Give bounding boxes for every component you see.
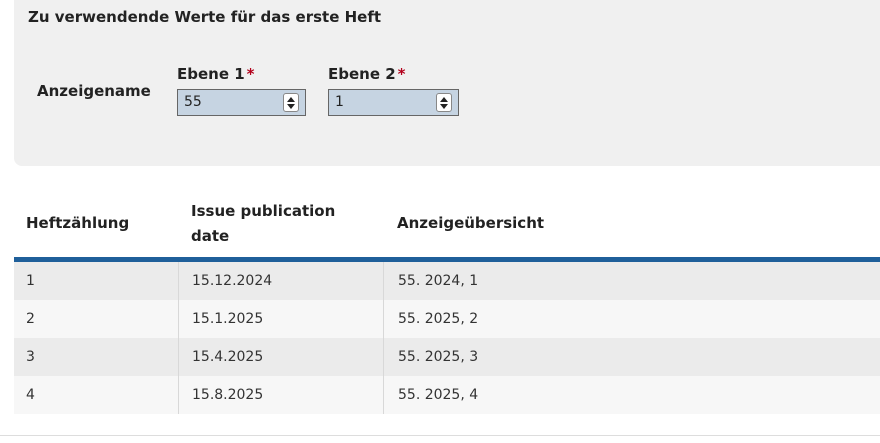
header-publication-date: Issue publication date bbox=[191, 202, 336, 245]
first-issue-values-panel: Zu verwendende Werte für das erste Heft … bbox=[14, 0, 880, 166]
required-marker: * bbox=[397, 65, 406, 83]
level-1-number-input[interactable]: 55 bbox=[177, 89, 306, 116]
issues-table: Heftzählung Issue publication date Anzei… bbox=[14, 190, 880, 414]
level-1-label-text: Ebene 1 bbox=[177, 65, 245, 83]
table-row: 3 15.4.2025 55. 2025, 3 bbox=[14, 338, 880, 376]
divider bbox=[0, 435, 880, 436]
table-row: 2 15.1.2025 55. 2025, 2 bbox=[14, 300, 880, 338]
level-1-field: Ebene 1 * 55 bbox=[177, 65, 306, 116]
level-1-value: 55 bbox=[184, 94, 202, 110]
chevron-down-icon[interactable] bbox=[287, 104, 295, 109]
display-overview-cell: 55. 2025, 2 bbox=[383, 300, 880, 338]
chevron-down-icon[interactable] bbox=[440, 104, 448, 109]
level-1-label: Ebene 1 * bbox=[177, 65, 306, 83]
required-marker: * bbox=[246, 65, 255, 83]
table-row: 1 15.12.2024 55. 2024, 1 bbox=[14, 262, 880, 300]
level-2-value: 1 bbox=[335, 94, 344, 110]
issue-count-cell: 1 bbox=[26, 273, 35, 289]
level-2-spinner[interactable] bbox=[436, 93, 452, 112]
issue-count-cell: 3 bbox=[26, 349, 35, 365]
level-2-label-text: Ebene 2 bbox=[328, 65, 396, 83]
display-overview-cell: 55. 2025, 3 bbox=[383, 338, 880, 376]
chevron-up-icon[interactable] bbox=[440, 97, 448, 102]
publication-date-cell: 15.12.2024 bbox=[178, 262, 383, 300]
panel-title: Zu verwendende Werte für das erste Heft bbox=[28, 8, 382, 26]
chevron-up-icon[interactable] bbox=[287, 97, 295, 102]
publication-date-cell: 15.4.2025 bbox=[178, 338, 383, 376]
level-1-spinner[interactable] bbox=[283, 93, 299, 112]
publication-date-cell: 15.1.2025 bbox=[178, 300, 383, 338]
level-2-label: Ebene 2 * bbox=[328, 65, 459, 83]
table-row: 4 15.8.2025 55. 2025, 4 bbox=[14, 376, 880, 414]
display-overview-cell: 55. 2025, 4 bbox=[383, 376, 880, 414]
table-header: Heftzählung Issue publication date Anzei… bbox=[14, 190, 880, 262]
publication-date-cell: 15.8.2025 bbox=[178, 376, 383, 414]
display-name-label: Anzeigename bbox=[37, 82, 151, 100]
level-2-number-input[interactable]: 1 bbox=[328, 89, 459, 116]
issue-count-cell: 4 bbox=[26, 387, 35, 403]
header-issue-count: Heftzählung bbox=[26, 214, 130, 232]
issue-count-cell: 2 bbox=[26, 311, 35, 327]
level-2-field: Ebene 2 * 1 bbox=[328, 65, 459, 116]
display-overview-cell: 55. 2024, 1 bbox=[383, 262, 880, 300]
header-display-overview: Anzeigeübersicht bbox=[397, 214, 545, 232]
